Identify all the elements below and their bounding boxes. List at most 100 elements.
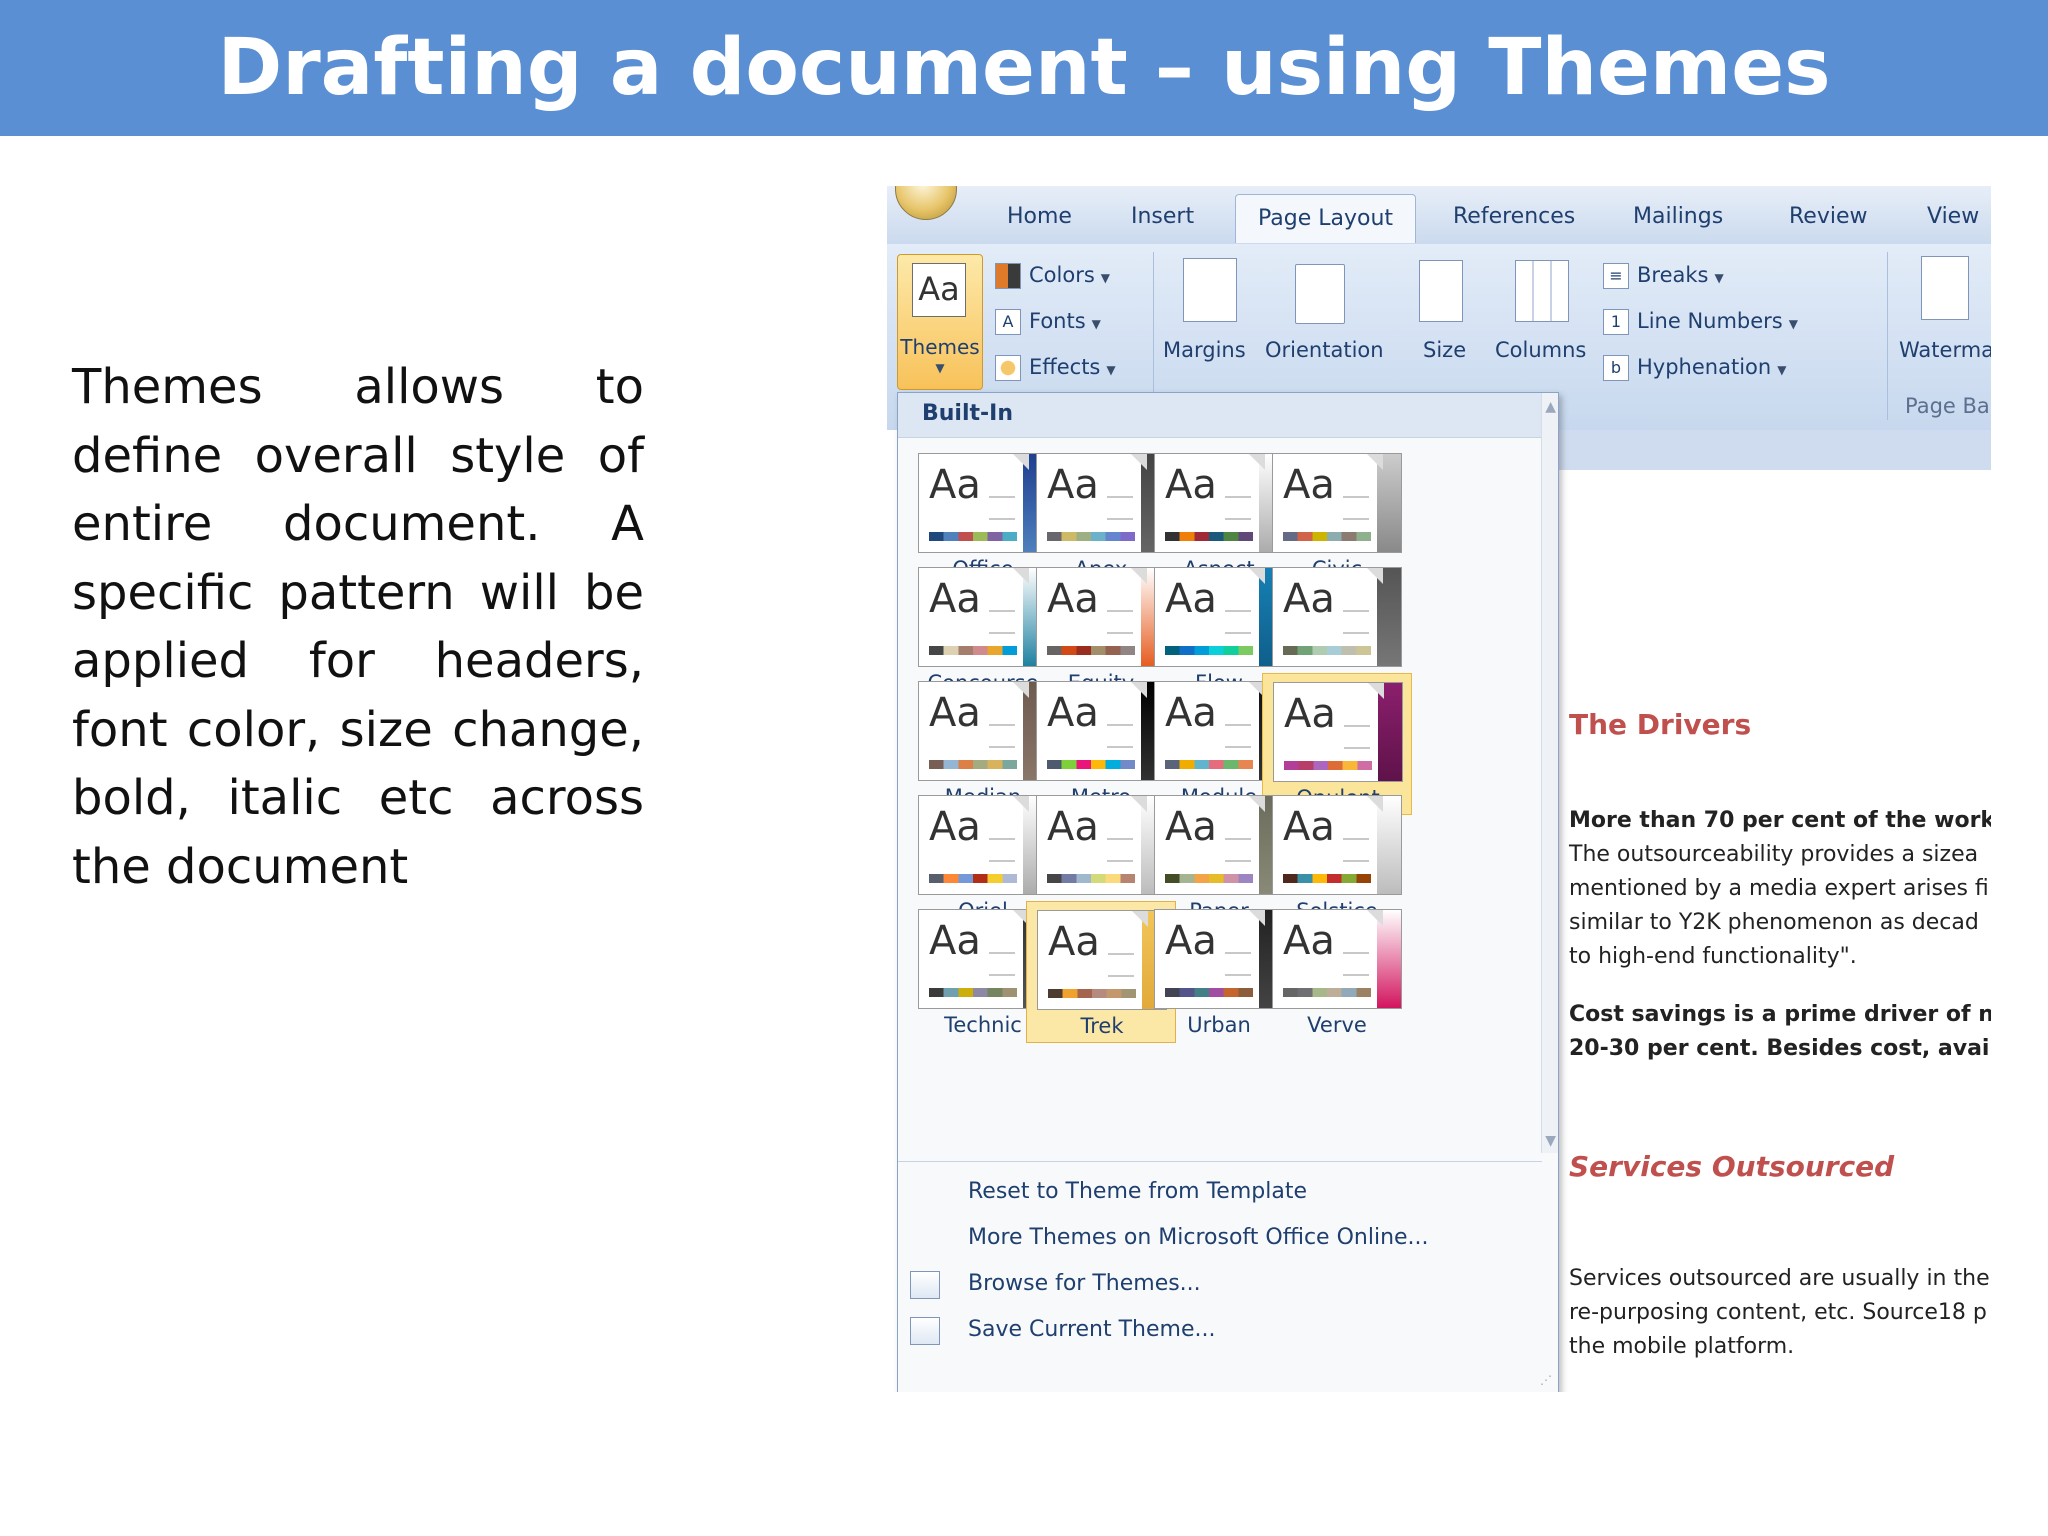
theme-sample-text: Aa: [929, 918, 981, 964]
fonts-button[interactable]: A Fonts ▼: [995, 304, 1101, 338]
theme-sample-lines: [1225, 952, 1251, 976]
effects-button[interactable]: Effects ▼: [995, 350, 1116, 384]
doc-line: similar to Y2K phenomenon as decad: [1569, 910, 1979, 935]
theme-sample-text: Aa: [929, 576, 981, 622]
theme-thumbnail: Aa: [1272, 909, 1402, 1009]
resize-grip-icon[interactable]: ⋰: [1540, 1373, 1552, 1387]
themes-button[interactable]: Aa Themes ▼: [897, 254, 983, 390]
theme-color-swatch: [1047, 760, 1135, 769]
built-in-label: Built-In: [922, 401, 1014, 426]
tab-insert[interactable]: Insert: [1131, 204, 1194, 229]
tab-review[interactable]: Review: [1789, 204, 1868, 229]
save-theme-icon: [910, 1317, 940, 1345]
colors-label: Colors: [1029, 263, 1095, 287]
size-button[interactable]: Size: [1423, 338, 1466, 362]
doc-line: Services outsourced are usually in the: [1569, 1266, 1990, 1291]
doc-heading-services: Services Outsourced: [1569, 1150, 1895, 1183]
theme-sample-lines: [989, 838, 1015, 862]
breaks-icon: ≡: [1603, 263, 1629, 289]
themes-gallery-dropdown: Built-In ▲ ▼ AaOfficeAaApexAaAspectAaCiv…: [897, 392, 1559, 1392]
theme-sample-lines: [1225, 496, 1251, 520]
office-button[interactable]: [895, 186, 957, 220]
chevron-down-icon: ▼: [1106, 363, 1116, 377]
colors-button[interactable]: Colors ▼: [995, 258, 1110, 292]
browse-themes-item[interactable]: Browse for Themes...: [968, 1271, 1201, 1296]
theme-sample-lines: [1107, 496, 1133, 520]
ribbon-tabs: Home Insert Page Layout References Maili…: [887, 186, 1991, 245]
theme-sample-lines: [989, 496, 1015, 520]
hyphenation-label: Hyphenation: [1637, 355, 1772, 379]
gallery-scrollbar[interactable]: ▲ ▼: [1541, 393, 1558, 1153]
theme-color-swatch: [1047, 532, 1135, 541]
theme-sample-text: Aa: [1047, 804, 1099, 850]
theme-color-swatch: [1283, 532, 1371, 541]
theme-sample-text: Aa: [929, 804, 981, 850]
theme-sample-lines: [989, 952, 1015, 976]
effects-icon: [995, 355, 1021, 381]
themes-icon: Aa: [912, 263, 966, 317]
theme-color-swatch: [929, 646, 1017, 655]
chevron-down-icon: ▼: [935, 361, 945, 375]
theme-sample-text: Aa: [1165, 918, 1217, 964]
theme-color-swatch: [1284, 761, 1372, 770]
theme-color-swatch: [1283, 646, 1371, 655]
reset-theme-item[interactable]: Reset to Theme from Template: [968, 1179, 1307, 1204]
doc-heading-drivers: The Drivers: [1569, 708, 1752, 741]
theme-sample-text: Aa: [929, 462, 981, 508]
theme-thumbnail: Aa: [1272, 795, 1402, 895]
slide-body-text: Themes allows to define overall style of…: [72, 359, 644, 895]
slide-title: Drafting a document – using Themes: [217, 23, 1831, 113]
page-background-group-label: Page Ba: [1905, 394, 1990, 418]
tab-page-layout[interactable]: Page Layout: [1235, 194, 1417, 243]
theme-color-swatch: [1283, 874, 1371, 883]
theme-color-swatch: [1165, 760, 1253, 769]
doc-line: More than 70 per cent of the work o: [1569, 808, 1991, 833]
browse-folder-icon: [910, 1271, 940, 1299]
margins-button[interactable]: Margins: [1163, 338, 1246, 362]
theme-name: Verve: [1307, 1013, 1367, 1037]
theme-sample-lines: [989, 724, 1015, 748]
theme-sample-text: Aa: [1283, 462, 1335, 508]
columns-button[interactable]: Columns: [1495, 338, 1586, 362]
theme-sample-text: Aa: [1047, 462, 1099, 508]
watermark-button[interactable]: Watermark: [1899, 338, 1991, 362]
line-numbers-button[interactable]: 1 Line Numbers ▼: [1603, 304, 1798, 338]
theme-sample-text: Aa: [1284, 691, 1336, 737]
page-fold-icon: [1367, 454, 1383, 470]
orientation-icon: [1295, 264, 1345, 324]
tab-references[interactable]: References: [1453, 204, 1575, 229]
doc-line: Cost savings is a prime driver of n: [1569, 1002, 1991, 1027]
theme-sample-text: Aa: [1165, 804, 1217, 850]
line-numbers-icon: 1: [1603, 309, 1629, 335]
hyphenation-button[interactable]: b Hyphenation ▼: [1603, 350, 1786, 384]
doc-line: the mobile platform.: [1569, 1334, 1795, 1359]
theme-color-swatch: [929, 532, 1017, 541]
doc-line: The outsourceability provides a sizea: [1569, 842, 1979, 867]
tab-home[interactable]: Home: [1007, 204, 1072, 229]
chevron-down-icon: ▼: [1788, 317, 1798, 331]
theme-color-swatch: [1047, 646, 1135, 655]
theme-sample-lines: [989, 610, 1015, 634]
chevron-down-icon: ▼: [1091, 317, 1101, 331]
theme-sample-lines: [1107, 724, 1133, 748]
theme-tile-verve[interactable]: Aa Verve: [1262, 901, 1412, 1043]
hyphenation-icon: b: [1603, 355, 1629, 381]
breaks-button[interactable]: ≡ Breaks ▼: [1603, 258, 1724, 292]
doc-line: 20-30 per cent. Besides cost, availa: [1569, 1036, 1991, 1061]
tab-mailings[interactable]: Mailings: [1633, 204, 1723, 229]
theme-color-swatch: [1165, 988, 1253, 997]
theme-sample-lines: [1344, 725, 1370, 749]
columns-icon: [1515, 260, 1569, 322]
save-current-theme-item[interactable]: Save Current Theme...: [968, 1317, 1215, 1342]
scroll-up-icon[interactable]: ▲: [1545, 399, 1556, 415]
more-themes-online-item[interactable]: More Themes on Microsoft Office Online..…: [968, 1225, 1429, 1250]
tab-view[interactable]: View: [1927, 204, 1979, 229]
orientation-button[interactable]: Orientation: [1265, 338, 1384, 362]
scroll-down-icon[interactable]: ▼: [1545, 1133, 1556, 1149]
watermark-icon: [1921, 256, 1969, 320]
fonts-icon: A: [995, 309, 1021, 335]
theme-sample-text: Aa: [1047, 576, 1099, 622]
margins-icon: [1183, 258, 1237, 322]
theme-color-swatch: [1283, 988, 1371, 997]
doc-line: re-purposing content, etc. Source18 p: [1569, 1300, 1987, 1325]
